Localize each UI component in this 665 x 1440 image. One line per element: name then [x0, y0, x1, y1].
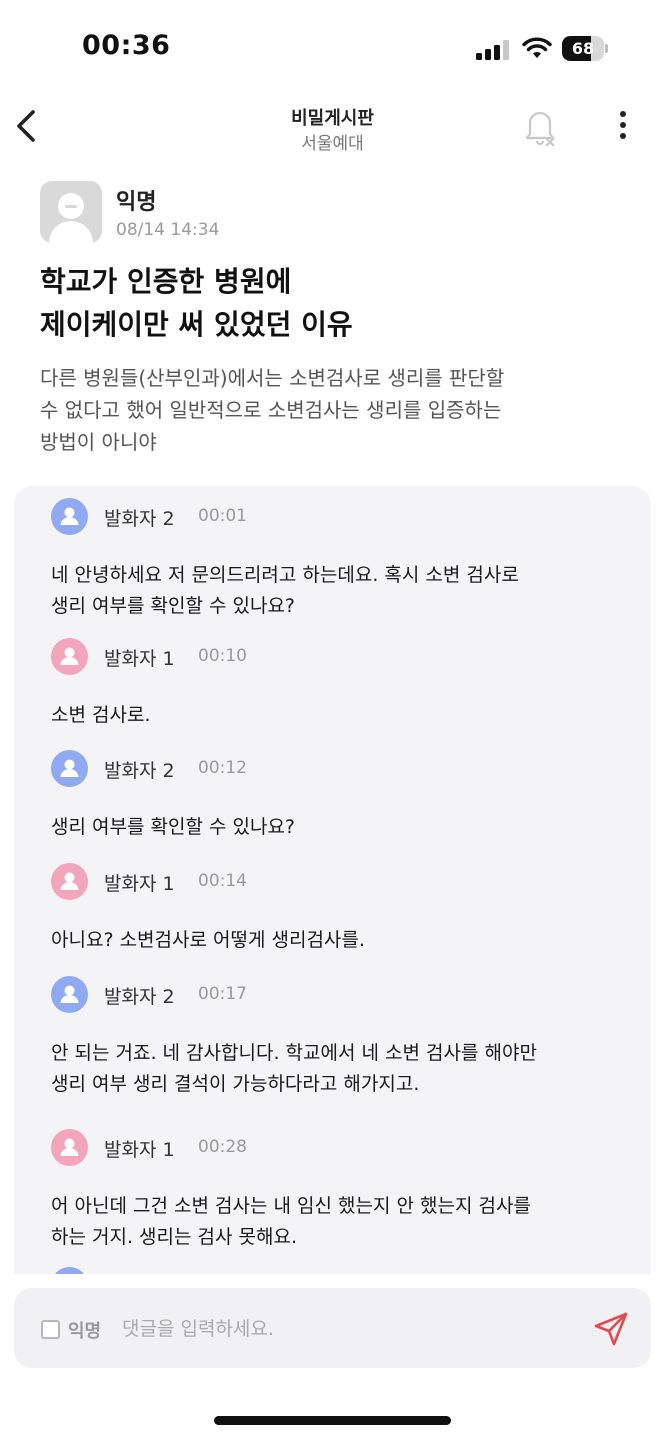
battery-indicator: 68 — [562, 36, 608, 61]
utterance-line: 네 안녕하세요 저 문의드리려고 하는데요. 혹시 소변 검사로 — [51, 564, 519, 586]
speaker-row: 발화자 1 00:10 — [14, 638, 651, 678]
post-body-line: 방법이 아니야 — [40, 430, 157, 454]
speaker-timestamp: 00:01 — [198, 506, 247, 526]
anonymous-checkbox[interactable] — [41, 1320, 60, 1339]
post-body-line: 수 없다고 했어 일반적으로 소변검사는 생리를 입증하는 — [40, 398, 502, 422]
utterance-line: 하는 거지. 생리는 검사 못해요. — [51, 1226, 297, 1248]
utterance-line: 생리 여부 생리 결석이 가능하다라고 해가지고. — [51, 1073, 420, 1095]
more-vertical-icon[interactable] — [610, 108, 636, 144]
speaker-avatar — [51, 1129, 88, 1166]
person-icon — [60, 985, 79, 1003]
transcript-entry: 발화자 1 00:28 어 아닌데 그건 소변 검사는 내 임신 했는지 안 했는지… — [14, 1129, 651, 1253]
utterance-line: 안 되는 거죠. 네 감사합니다. 학교에서 네 소변 검사를 해야만 — [51, 1042, 537, 1064]
utterance-line: 생리 여부를 확인할 수 있나요? — [51, 595, 296, 617]
send-icon[interactable] — [592, 1310, 630, 1348]
anonymous-label[interactable]: 익명 — [68, 1317, 101, 1343]
transcript-entry: 발화자 1 00:14 아니요? 소변검사로 어떻게 생리검사를. — [14, 863, 651, 956]
post-title-line: 제이케이만 써 있었던 이유 — [40, 308, 353, 341]
speaker-timestamp: 00:10 — [198, 646, 247, 666]
speaker-timestamp: 00:14 — [198, 871, 247, 891]
home-indicator — [214, 1416, 451, 1425]
person-icon — [60, 872, 79, 890]
cellular-signal-icon — [476, 40, 509, 60]
speaker-row: 발화자 2 00:01 — [14, 498, 651, 538]
transcript-entry: 발화자 2 00:17 안 되는 거죠. 네 감사합니다. 학교에서 네 소변 검사… — [14, 976, 651, 1100]
post-title-line: 학교가 인증한 병원에 — [40, 265, 292, 298]
speaker-avatar — [51, 638, 88, 675]
utterance-line: 아니요? 소변검사로 어떻게 생리검사를. — [51, 929, 365, 951]
status-time: 00:36 — [82, 30, 171, 61]
speaker-timestamp: 00:17 — [198, 984, 247, 1004]
utterance-text: 소변 검사로. — [51, 700, 611, 731]
utterance-line: 생리 여부를 확인할 수 있나요? — [51, 816, 296, 838]
utterance-text: 생리 여부를 확인할 수 있나요? — [51, 812, 611, 843]
speaker-timestamp: 00:28 — [198, 1137, 247, 1157]
speaker-name: 발화자 1 — [104, 873, 175, 895]
transcript-entry: 발화자 2 00:01 네 안녕하세요 저 문의드리려고 하는데요. 혹시 소변 검… — [14, 498, 651, 622]
post-author: 익명 — [116, 190, 157, 215]
utterance-text: 어 아닌데 그건 소변 검사는 내 임신 했는지 안 했는지 검사를하는 거지.… — [51, 1191, 611, 1253]
speaker-name: 발화자 1 — [104, 1139, 175, 1161]
speaker-name: 발화자 2 — [104, 760, 175, 782]
transcript-card[interactable]: 발화자 2 00:01 네 안녕하세요 저 문의드리려고 하는데요. 혹시 소변 검… — [14, 486, 651, 1274]
post-body-line: 다른 병원들(산부인과)에서는 소변검사로 생리를 판단할 — [40, 366, 505, 390]
speaker-timestamp: 00:12 — [198, 758, 247, 778]
transcript-entry: 발화자 2 00:12 생리 여부를 확인할 수 있나요? — [14, 750, 651, 843]
battery-percent: 68 — [571, 39, 595, 58]
status-bar: 00:36 68 — [0, 0, 665, 100]
utterance-line: 어 아닌데 그건 소변 검사는 내 임신 했는지 안 했는지 검사를 — [51, 1195, 531, 1217]
utterance-text: 안 되는 거죠. 네 감사합니다. 학교에서 네 소변 검사를 해야만생리 여부… — [51, 1038, 611, 1100]
speaker-avatar — [51, 498, 88, 535]
person-icon — [60, 1138, 79, 1156]
person-icon — [60, 507, 79, 525]
person-icon — [60, 759, 79, 777]
speaker-row: 발화자 2 00:17 — [14, 976, 651, 1016]
wifi-icon — [522, 37, 552, 58]
post-date: 08/14 14:34 — [116, 220, 220, 240]
speaker-avatar-partial — [51, 1267, 88, 1274]
speaker-name: 발화자 1 — [104, 648, 175, 670]
person-icon — [60, 647, 79, 665]
bell-off-icon[interactable] — [522, 106, 558, 146]
utterance-text: 네 안녕하세요 저 문의드리려고 하는데요. 혹시 소변 검사로생리 여부를 확… — [51, 560, 611, 622]
speaker-row: 발화자 1 00:28 — [14, 1129, 651, 1169]
author-avatar — [40, 181, 102, 243]
board-subtitle: 서울예대 — [301, 134, 364, 154]
speaker-row: 발화자 1 00:14 — [14, 863, 651, 903]
nav-header: 비밀게시판 서울예대 — [0, 96, 665, 158]
comment-bar: 익명 — [14, 1288, 651, 1368]
speaker-name: 발화자 2 — [104, 508, 175, 530]
speaker-row: 발화자 2 00:12 — [14, 750, 651, 790]
user-avatar-icon — [49, 193, 93, 243]
utterance-line: 소변 검사로. — [51, 704, 151, 726]
post-body: 다른 병원들(산부인과)에서는 소변검사로 생리를 판단할 수 없다고 했어 일… — [40, 362, 640, 458]
speaker-avatar — [51, 976, 88, 1013]
speaker-name: 발화자 2 — [104, 986, 175, 1008]
speaker-avatar — [51, 863, 88, 900]
board-title: 비밀게시판 — [291, 108, 374, 129]
utterance-text: 아니요? 소변검사로 어떻게 생리검사를. — [51, 925, 611, 956]
speaker-avatar — [51, 750, 88, 787]
transcript-entry: 발화자 1 00:10 소변 검사로. — [14, 638, 651, 731]
comment-input[interactable] — [122, 1310, 562, 1348]
post-title: 학교가 인증한 병원에 제이케이만 써 있었던 이유 — [40, 260, 640, 346]
